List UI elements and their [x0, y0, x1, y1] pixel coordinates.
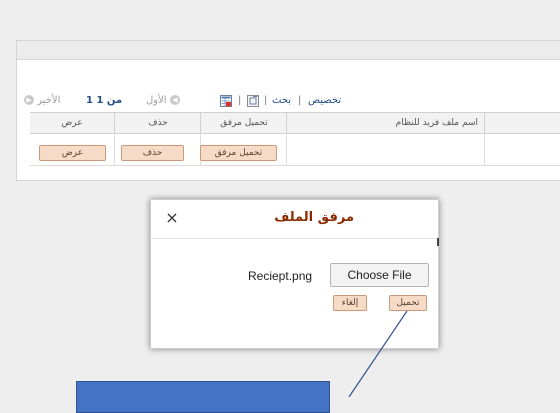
delete-button[interactable]: حذف — [121, 145, 184, 161]
download-spreadsheet-icon[interactable] — [220, 95, 232, 107]
grid-navigation-bar: ▶ الأخير 1 من 1 الأول ◀ | | بحث | تخصيص — [18, 92, 560, 112]
zoom-grid-icon[interactable] — [247, 95, 259, 107]
upload-button[interactable]: تحميل — [389, 295, 427, 311]
cancel-button[interactable]: إلغاء — [333, 295, 367, 311]
first-arrow-icon: ◀ — [169, 95, 180, 105]
column-header-delete: حذف — [114, 113, 201, 133]
table-row: عرض حذف تحميل مرفق — [30, 133, 560, 166]
grid-header-row: عرض حذف تحميل مرفق اسم ملف فريد للنظام — [30, 112, 560, 134]
column-header-filename: اسم ملف فريد للنظام — [286, 113, 484, 133]
last-arrow-icon: ▶ — [24, 95, 34, 105]
dialog-title: مرفق الملف — [274, 210, 354, 225]
callout-box — [76, 381, 330, 413]
last-label: الأخير — [37, 95, 61, 106]
file-attachment-dialog: × مرفق الملف Reciept.png Choose File إلغ… — [150, 199, 439, 349]
nav-separator: | — [238, 95, 242, 106]
column-header-view: عرض — [61, 118, 83, 128]
nav-separator: | — [298, 95, 302, 106]
view-button[interactable]: عرض — [39, 145, 106, 161]
first-label: الأول — [146, 95, 167, 106]
nav-separator: | — [264, 95, 268, 106]
column-header-upload: تحميل مرفق — [200, 113, 287, 133]
last-page-link[interactable]: ▶ الأخير — [24, 95, 60, 106]
cell-divider — [114, 133, 115, 165]
dialog-title-bar: × مرفق الملف — [151, 200, 438, 239]
dialog-edge-mark — [437, 238, 439, 246]
first-page-link[interactable]: الأول ◀ — [146, 95, 180, 106]
choose-file-button[interactable]: Choose File — [330, 263, 429, 287]
customize-link[interactable]: تخصيص — [308, 95, 341, 106]
panel-header-bar — [17, 41, 560, 60]
upload-attachment-button[interactable]: تحميل مرفق — [200, 145, 277, 161]
page-count: 1 من 1 — [86, 95, 123, 106]
find-link[interactable]: بحث — [272, 95, 291, 106]
cell-divider — [484, 133, 485, 165]
close-icon[interactable]: × — [164, 208, 180, 227]
cell-divider — [286, 133, 287, 165]
selected-file-name: Reciept.png — [248, 269, 313, 283]
column-header-spacer — [484, 113, 560, 133]
